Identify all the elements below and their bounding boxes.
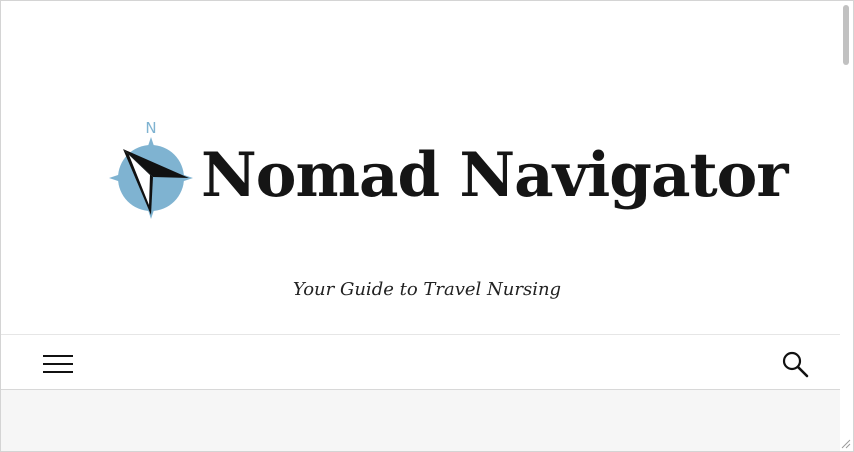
page-content-area xyxy=(1,390,853,451)
browser-viewport: N Nomad Navigator Your Guide to Travel N… xyxy=(0,0,854,452)
main-navigation-bar xyxy=(1,334,853,390)
hamburger-menu-icon[interactable] xyxy=(43,352,75,374)
site-tagline: Your Guide to Travel Nursing xyxy=(292,279,562,300)
compass-logo-icon[interactable]: N xyxy=(107,117,195,225)
resize-grip-icon[interactable] xyxy=(839,437,851,449)
site-title[interactable]: Nomad Navigator xyxy=(201,145,788,206)
site-header: N Nomad Navigator Your Guide to Travel N… xyxy=(1,1,839,334)
compass-letter: N xyxy=(145,119,156,137)
site-branding[interactable]: N Nomad Navigator xyxy=(107,117,788,225)
search-icon[interactable] xyxy=(781,350,809,378)
scrollbar-thumb[interactable] xyxy=(843,5,849,65)
vertical-scrollbar[interactable] xyxy=(840,1,853,451)
